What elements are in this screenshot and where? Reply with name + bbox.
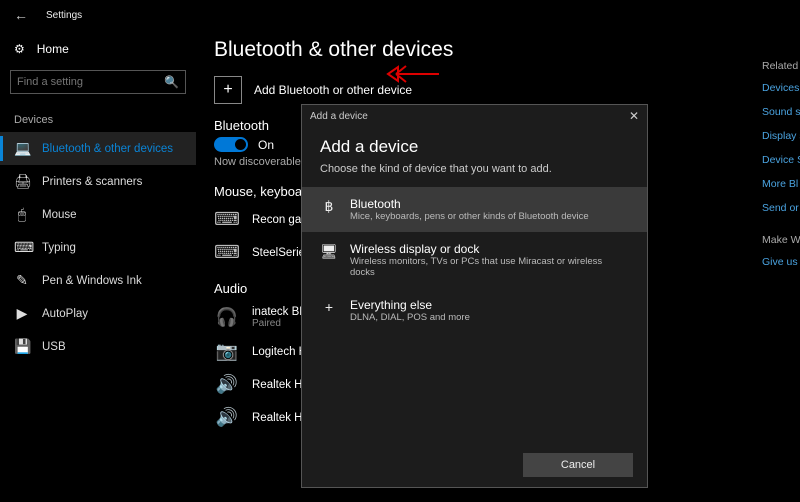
related-link[interactable]: Send or: [762, 202, 800, 214]
camera-icon: 📷: [214, 341, 240, 362]
cancel-button[interactable]: Cancel: [523, 453, 633, 477]
sidebar-item-label: AutoPlay: [42, 308, 88, 320]
sidebar-item-typing[interactable]: ⌨ Typing: [0, 231, 196, 264]
sidebar-item-label: Pen & Windows Ink: [42, 275, 142, 287]
sidebar-item-autoplay[interactable]: ▶ AutoPlay: [0, 297, 196, 330]
sidebar-item-usb[interactable]: 💾 USB: [0, 330, 196, 363]
related-link[interactable]: Sound s: [762, 106, 800, 118]
headset-icon: 🎧: [214, 307, 240, 328]
dialog-titlebar: Add a device: [310, 111, 368, 122]
sidebar-item-pen[interactable]: ✎ Pen & Windows Ink: [0, 264, 196, 297]
devices-icon: 💻: [14, 140, 30, 157]
keyboard-icon: ⌨: [214, 209, 240, 230]
feedback-link[interactable]: Give us: [762, 256, 800, 268]
option-title: Wireless display or dock: [350, 242, 629, 256]
window-title: Settings: [46, 10, 82, 21]
option-everything-else[interactable]: + Everything else DLNA, DIAL, POS and mo…: [302, 288, 647, 333]
make-header: Make W: [762, 234, 800, 246]
page-title: Bluetooth & other devices: [214, 38, 800, 62]
dialog-heading: Add a device: [320, 137, 629, 157]
back-arrow-icon[interactable]: ←: [14, 7, 28, 23]
sidebar-item-label: Mouse: [42, 209, 77, 221]
option-subtitle: DLNA, DIAL, POS and more: [350, 312, 470, 323]
sidebar: ⚙ Home 🔍 Devices 💻 Bluetooth & other dev…: [0, 30, 196, 502]
autoplay-icon: ▶: [14, 305, 30, 322]
sidebar-item-bluetooth[interactable]: 💻 Bluetooth & other devices: [0, 132, 196, 165]
sidebar-item-label: Typing: [42, 242, 76, 254]
printer-icon: 🖨: [14, 173, 30, 190]
gear-icon: ⚙: [14, 42, 25, 56]
devices-group-label: Devices: [0, 104, 196, 132]
close-icon[interactable]: ✕: [629, 109, 639, 123]
search-icon: 🔍: [164, 75, 179, 89]
add-device-dialog: Add a device ✕ Add a device Choose the k…: [301, 104, 648, 488]
related-panel: Related Devices Sound s Display s Device…: [762, 60, 800, 280]
home-nav[interactable]: ⚙ Home: [0, 34, 196, 64]
bluetooth-toggle[interactable]: [214, 137, 248, 152]
keyboard-icon: ⌨: [214, 242, 240, 263]
option-wireless-display[interactable]: 🖥 Wireless display or dock Wireless moni…: [302, 232, 647, 288]
option-title: Everything else: [350, 298, 470, 312]
speaker-icon: 🔊: [214, 374, 240, 395]
plus-icon: +: [214, 76, 242, 104]
related-link[interactable]: Display s: [762, 130, 800, 142]
search-box[interactable]: 🔍: [10, 70, 186, 94]
monitor-icon: 🖥: [320, 242, 338, 260]
sidebar-item-mouse[interactable]: 🖱 Mouse: [0, 198, 196, 231]
option-subtitle: Wireless monitors, TVs or PCs that use M…: [350, 256, 629, 278]
home-label: Home: [37, 42, 69, 56]
keyboard-icon: ⌨: [14, 239, 30, 256]
plus-icon: +: [320, 298, 338, 315]
sidebar-item-label: Bluetooth & other devices: [42, 143, 173, 155]
dialog-description: Choose the kind of device that you want …: [320, 163, 629, 175]
bluetooth-icon: ฿: [320, 197, 338, 215]
related-link[interactable]: More Bl: [762, 178, 800, 190]
option-title: Bluetooth: [350, 197, 589, 211]
sidebar-item-printers[interactable]: 🖨 Printers & scanners: [0, 165, 196, 198]
usb-icon: 💾: [14, 338, 30, 355]
add-device-label: Add Bluetooth or other device: [254, 83, 412, 97]
pen-icon: ✎: [14, 272, 30, 289]
sidebar-item-label: Printers & scanners: [42, 176, 142, 188]
option-subtitle: Mice, keyboards, pens or other kinds of …: [350, 211, 589, 222]
option-bluetooth[interactable]: ฿ Bluetooth Mice, keyboards, pens or oth…: [302, 187, 647, 232]
bluetooth-state: On: [258, 138, 274, 152]
related-link[interactable]: Device S: [762, 154, 800, 166]
search-input[interactable]: [17, 76, 164, 88]
add-device-button[interactable]: + Add Bluetooth or other device: [214, 76, 800, 104]
mouse-icon: 🖱: [14, 206, 30, 223]
sidebar-item-label: USB: [42, 341, 66, 353]
related-link[interactable]: Devices: [762, 82, 800, 94]
speaker-icon: 🔊: [214, 407, 240, 428]
related-header: Related: [762, 60, 800, 72]
